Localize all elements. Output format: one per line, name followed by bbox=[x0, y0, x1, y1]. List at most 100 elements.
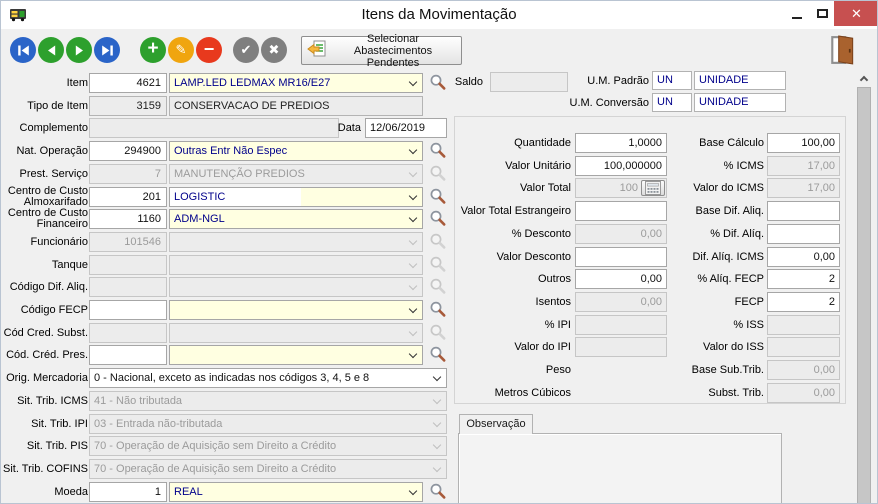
valor-do-icms-field: 17,00 bbox=[767, 178, 840, 198]
tanque-code-input bbox=[89, 255, 167, 275]
row-sit-trib-ipi: Sit. Trib. IPI03 - Entrada não-tributada bbox=[1, 414, 453, 434]
row-sit-trib-pis: Sit. Trib. PIS70 - Operação de Aquisição… bbox=[1, 436, 453, 456]
cod-cred-pres-code-input[interactable] bbox=[89, 345, 167, 365]
label-ipi: % IPI bbox=[449, 315, 571, 335]
label-prest-servico: Prest. Serviço bbox=[1, 164, 88, 184]
label-saldo: Saldo bbox=[437, 72, 483, 92]
dropdown-arrow-icon bbox=[409, 192, 417, 200]
sit-trib-cofins-value: 70 - Operação de Aquisição sem Direito a… bbox=[94, 463, 336, 475]
label-data: Data bbox=[331, 118, 361, 138]
sit-trib-icms-value: 41 - Não tributada bbox=[94, 395, 182, 407]
centro-de-custo-financeiro-code-input[interactable]: 1160 bbox=[89, 209, 167, 229]
cod-cred-subst-combo bbox=[169, 323, 423, 343]
lookup-icon[interactable] bbox=[428, 345, 447, 364]
maximize-button[interactable] bbox=[810, 1, 834, 26]
aliq-fecp-field[interactable]: 2 bbox=[767, 269, 840, 289]
label-centro-de-custo-almoxarifado: Centro de Custo Almoxarifado bbox=[1, 187, 88, 207]
lookup-icon[interactable] bbox=[428, 187, 447, 206]
minimize-icon bbox=[792, 17, 802, 19]
centro-de-custo-financeiro-combo[interactable]: ADM-NGL bbox=[169, 209, 423, 229]
prest-servico-code-input: 7 bbox=[89, 164, 167, 184]
label-base-sub-trib: Base Sub.Trib. bbox=[641, 360, 764, 380]
lookup-icon[interactable] bbox=[428, 209, 447, 228]
row-item: Item4621LAMP.LED LEDMAX MR16/E27 bbox=[1, 73, 453, 93]
icms-field: 17,00 bbox=[767, 156, 840, 176]
dif-aliq-field[interactable] bbox=[767, 224, 840, 244]
lookup-icon[interactable] bbox=[428, 300, 447, 319]
base-calculo-field[interactable]: 100,00 bbox=[767, 133, 840, 153]
codigo-fecp-combo[interactable] bbox=[169, 300, 423, 320]
nat-operacao-code-input[interactable]: 294900 bbox=[89, 141, 167, 161]
dropdown-arrow-icon bbox=[433, 373, 441, 381]
row-nat-operacao: Nat. Operação294900 Outras Entr Não Espec bbox=[1, 141, 453, 161]
minimize-button[interactable] bbox=[785, 1, 809, 26]
date-input[interactable]: 12/06/2019 bbox=[365, 118, 447, 138]
nat-operacao-combo[interactable]: Outras Entr Não Espec bbox=[169, 141, 423, 161]
orig-mercadoria-value: 0 - Nacional, exceto as indicadas nos có… bbox=[94, 372, 369, 384]
exit-button[interactable] bbox=[831, 35, 855, 65]
dropdown-arrow-icon bbox=[409, 350, 417, 358]
dropdown-arrow-icon bbox=[409, 260, 417, 268]
row-sit-trib-icms: Sit. Trib. ICMS 41 - Não tributada bbox=[1, 391, 453, 411]
close-button[interactable]: ✕ bbox=[834, 1, 878, 26]
row-tipo-de-item: Tipo de Item3159CONSERVACAO DE PREDIOS bbox=[1, 96, 453, 116]
label-isentos: Isentos bbox=[449, 292, 571, 312]
centro-de-custo-almoxarifado-code-input[interactable]: 201 bbox=[89, 187, 167, 207]
row-moeda: Moeda1REAL bbox=[1, 482, 453, 502]
close-icon: ✕ bbox=[851, 6, 862, 22]
label-centro-de-custo-financeiro: Centro de Custo Financeiro bbox=[1, 209, 88, 229]
tipo-de-item-description: CONSERVACAO DE PREDIOS bbox=[169, 96, 423, 116]
label-nat-operacao: Nat. Operação bbox=[1, 141, 88, 161]
label-complemento: Complemento bbox=[1, 118, 88, 138]
label-subst-trib: Subst. Trib. bbox=[641, 383, 764, 403]
dropdown-arrow-icon bbox=[433, 441, 441, 449]
subst-trib-field: 0,00 bbox=[767, 383, 840, 403]
scrollbar-up-icon bbox=[860, 75, 868, 83]
row-codigo-dif-aliq: Código Dif. Aliq. bbox=[1, 277, 453, 297]
centro-de-custo-almoxarifado-value: LOGISTIC bbox=[174, 191, 225, 203]
centro-de-custo-financeiro-value: ADM-NGL bbox=[174, 213, 225, 225]
label-sit-trib-pis: Sit. Trib. PIS bbox=[1, 436, 88, 456]
codigo-fecp-code-input[interactable] bbox=[89, 300, 167, 320]
label-valor-do-iss: Valor do ISS bbox=[641, 337, 764, 357]
valor-do-iss-field bbox=[767, 337, 840, 357]
label-base-calculo: Base Cálculo bbox=[641, 133, 764, 153]
row-centro-de-custo-financeiro: Centro de Custo Financeiro1160 ADM-NGL bbox=[1, 209, 453, 229]
scrollbar-up-button[interactable] bbox=[856, 69, 872, 87]
vertical-scrollbar[interactable] bbox=[856, 69, 872, 504]
nat-operacao-value: Outras Entr Não Espec bbox=[174, 145, 287, 157]
label-cod-cred-pres: Cód. Créd. Pres. bbox=[1, 345, 88, 365]
label-quantidade: Quantidade bbox=[449, 133, 571, 153]
dropdown-arrow-icon bbox=[433, 396, 441, 404]
row-orig-mercadoria: Orig. Mercadoria0 - Nacional, exceto as … bbox=[1, 368, 453, 388]
scrollbar-thumb[interactable] bbox=[857, 87, 871, 504]
row-centro-de-custo-almoxarifado: Centro de Custo Almoxarifado201 LOGISTIC bbox=[1, 187, 453, 207]
lookup-icon bbox=[428, 323, 447, 342]
lookup-icon[interactable] bbox=[428, 141, 447, 160]
moeda-combo[interactable]: REAL bbox=[169, 482, 423, 502]
centro-de-custo-almoxarifado-combo[interactable]: LOGISTIC bbox=[169, 187, 423, 207]
label-valor-unitario: Valor Unitário bbox=[449, 156, 571, 176]
um-conversao-code: UN bbox=[652, 93, 692, 112]
complemento-field bbox=[89, 118, 339, 138]
tab-observacao[interactable]: Observação bbox=[459, 414, 533, 434]
dif-aliq-icms-field[interactable]: 0,00 bbox=[767, 247, 840, 267]
sit-trib-pis-combo: 70 - Operação de Aquisição sem Direito a… bbox=[89, 436, 447, 456]
codigo-dif-aliq-code-input bbox=[89, 277, 167, 297]
row-funcionario: Funcionário101546 bbox=[1, 232, 453, 252]
moeda-code-input[interactable]: 1 bbox=[89, 482, 167, 502]
sit-trib-ipi-value: 03 - Entrada não-tributada bbox=[94, 418, 222, 430]
lookup-icon[interactable] bbox=[428, 482, 447, 501]
item-combo[interactable]: LAMP.LED LEDMAX MR16/E27 bbox=[169, 73, 423, 93]
base-dif-aliq-field[interactable] bbox=[767, 201, 840, 221]
label-sit-trib-icms: Sit. Trib. ICMS bbox=[1, 391, 88, 411]
iss-field bbox=[767, 315, 840, 335]
item-code-input[interactable]: 4621 bbox=[89, 73, 167, 93]
dropdown-arrow-icon bbox=[409, 214, 417, 222]
cod-cred-pres-combo[interactable] bbox=[169, 345, 423, 365]
label-aliq-fecp: % Alíq. FECP bbox=[641, 269, 764, 289]
orig-mercadoria-combo[interactable]: 0 - Nacional, exceto as indicadas nos có… bbox=[89, 368, 447, 388]
observacao-textarea[interactable] bbox=[458, 433, 782, 504]
fecp-field[interactable]: 2 bbox=[767, 292, 840, 312]
label-moeda: Moeda bbox=[1, 482, 88, 502]
